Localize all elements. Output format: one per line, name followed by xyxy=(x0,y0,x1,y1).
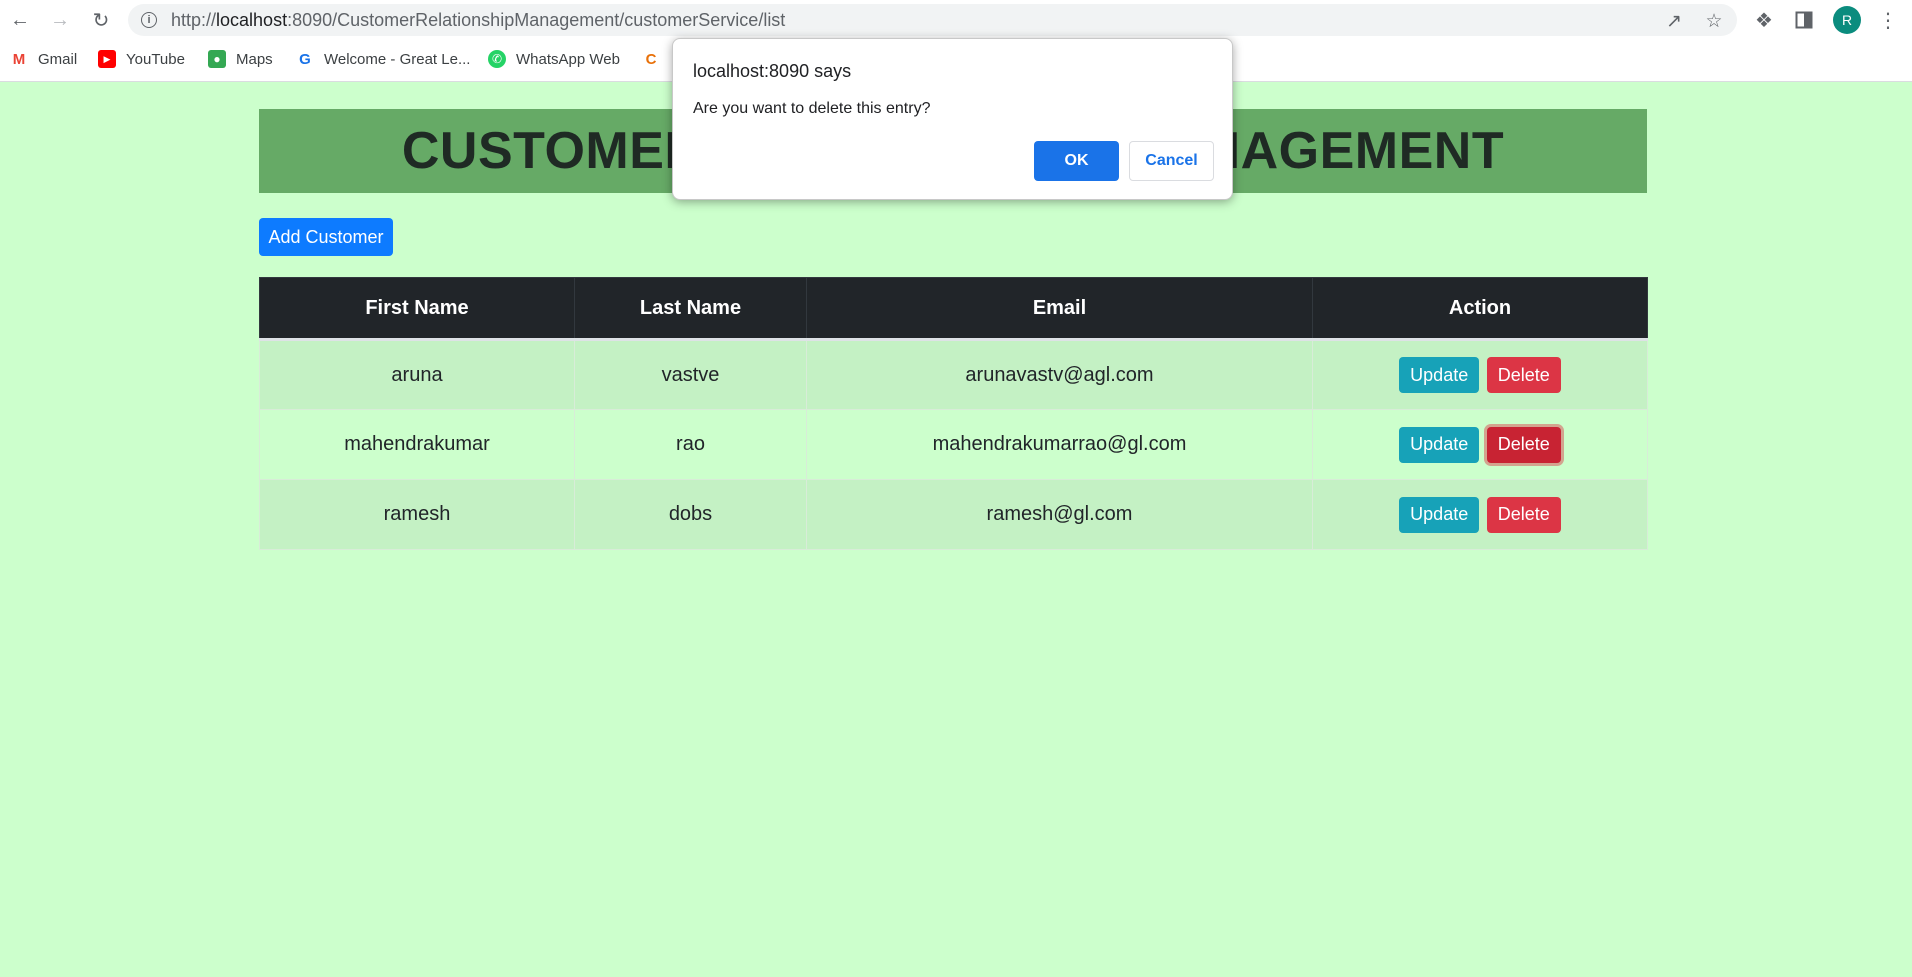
bookmark-whatsapp[interactable]: ✆ WhatsApp Web xyxy=(488,48,620,70)
reload-icon[interactable]: ↻ xyxy=(87,6,115,34)
side-panel-icon[interactable] xyxy=(1792,8,1816,32)
maps-icon: ● xyxy=(208,50,226,68)
dialog-ok-button[interactable]: OK xyxy=(1034,141,1119,181)
email-cell: arunavastv@agl.com xyxy=(806,339,1313,410)
column-header-email: Email xyxy=(806,277,1313,341)
last-name-cell: dobs xyxy=(574,479,807,550)
great-learning-icon: G xyxy=(296,50,314,68)
action-cell: Update Delete xyxy=(1312,479,1648,550)
action-cell: Update Delete xyxy=(1312,339,1648,410)
column-header-last-name: Last Name xyxy=(574,277,807,341)
first-name-cell: ramesh xyxy=(259,479,575,550)
address-bar[interactable]: i http://localhost:8090/CustomerRelation… xyxy=(128,4,1737,36)
last-name-cell: rao xyxy=(574,409,807,480)
table-row: aruna vastve arunavastv@agl.com Update D… xyxy=(259,339,1648,410)
back-icon[interactable]: ← xyxy=(6,6,34,34)
delete-button[interactable]: Delete xyxy=(1486,496,1561,533)
youtube-icon: ▶ xyxy=(98,50,116,68)
customer-table: First Name Last Name Email Action aruna … xyxy=(259,277,1648,550)
bookmark-other[interactable]: C xyxy=(642,48,670,70)
email-cell: ramesh@gl.com xyxy=(806,479,1313,550)
update-button[interactable]: Update xyxy=(1399,496,1480,533)
add-customer-button[interactable]: Add Customer xyxy=(259,218,393,256)
dialog-title: localhost:8090 says xyxy=(693,61,852,81)
share-icon[interactable]: ↗ xyxy=(1663,10,1685,32)
column-header-first-name: First Name xyxy=(259,277,575,341)
bookmark-site-icon: C xyxy=(642,50,660,68)
update-button[interactable]: Update xyxy=(1399,357,1480,393)
url-text[interactable]: http://localhost:8090/CustomerRelationsh… xyxy=(171,4,785,36)
table-header-row: First Name Last Name Email Action xyxy=(259,277,1648,341)
dialog-cancel-button[interactable]: Cancel xyxy=(1129,141,1214,181)
dialog-message: Are you want to delete this entry? xyxy=(693,100,931,117)
star-icon[interactable]: ☆ xyxy=(1703,10,1725,32)
confirm-dialog: localhost:8090 says Are you want to dele… xyxy=(672,38,1233,200)
browser-toolbar: ← → ↻ i http://localhost:8090/CustomerRe… xyxy=(0,0,1912,40)
whatsapp-icon: ✆ xyxy=(488,50,506,68)
column-header-action: Action xyxy=(1312,277,1648,341)
action-cell: Update Delete xyxy=(1312,409,1648,480)
profile-avatar[interactable]: R xyxy=(1833,6,1861,34)
extensions-icon[interactable]: ❖ xyxy=(1752,8,1776,32)
bookmark-gmail[interactable]: M Gmail xyxy=(10,48,77,70)
update-button[interactable]: Update xyxy=(1399,426,1480,463)
table-row: mahendrakumar rao mahendrakumarrao@gl.co… xyxy=(259,409,1648,480)
bookmark-maps[interactable]: ● Maps xyxy=(208,48,273,70)
first-name-cell: aruna xyxy=(259,339,575,410)
last-name-cell: vastve xyxy=(574,339,807,410)
delete-button[interactable]: Delete xyxy=(1486,426,1561,463)
delete-button[interactable]: Delete xyxy=(1486,357,1561,393)
forward-icon[interactable]: → xyxy=(46,6,74,34)
email-cell: mahendrakumarrao@gl.com xyxy=(806,409,1313,480)
first-name-cell: mahendrakumar xyxy=(259,409,575,480)
gmail-icon: M xyxy=(10,50,28,68)
site-info-icon[interactable]: i xyxy=(141,12,157,28)
bookmark-great-learning[interactable]: G Welcome - Great Le... xyxy=(296,48,470,70)
table-row: ramesh dobs ramesh@gl.com Update Delete xyxy=(259,479,1648,550)
bookmark-youtube[interactable]: ▶ YouTube xyxy=(98,48,185,70)
kebab-menu-icon[interactable]: ⋮ xyxy=(1876,8,1900,32)
